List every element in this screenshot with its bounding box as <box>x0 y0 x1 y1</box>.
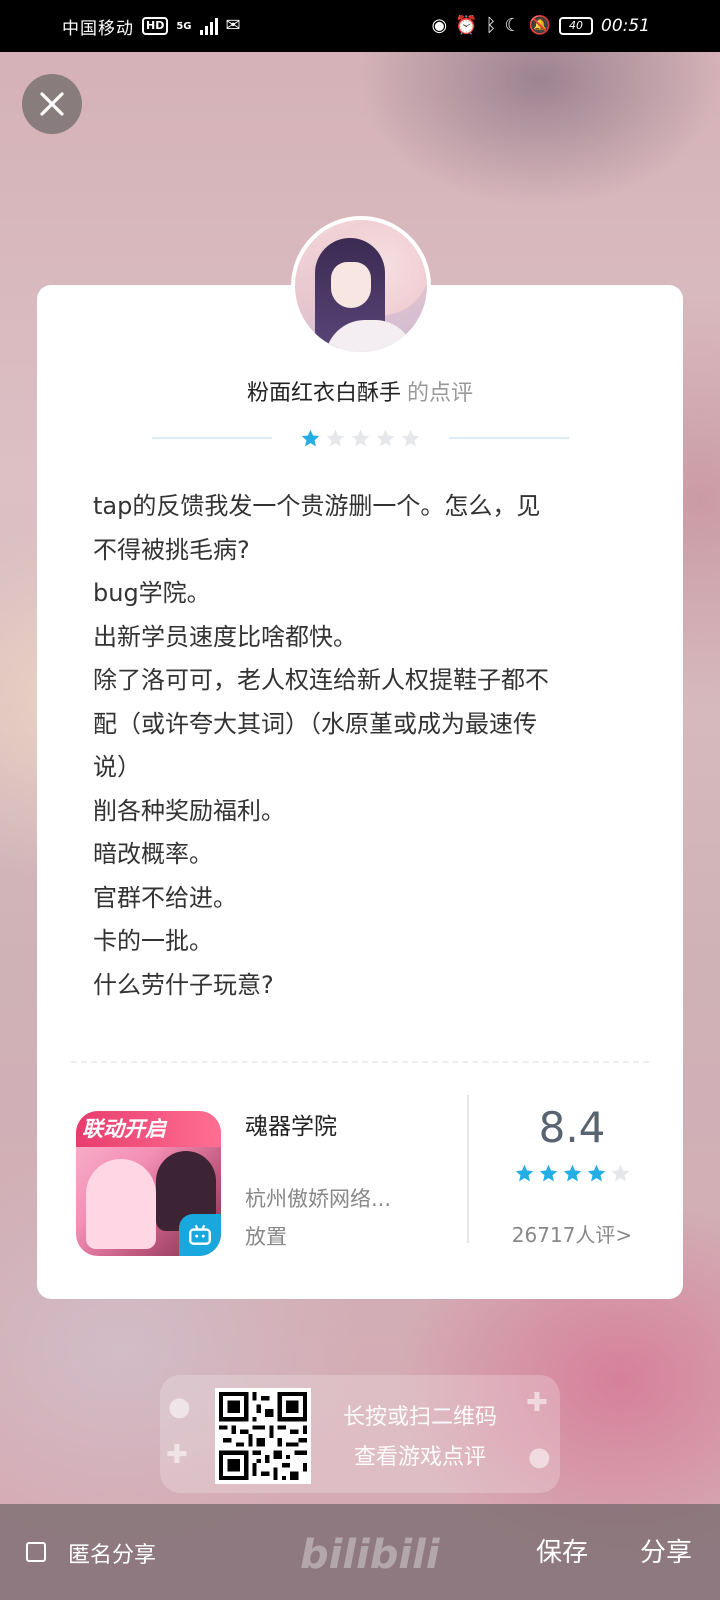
bottom-bar: 匿名分享 bilibili 保存 分享 <box>0 1504 720 1600</box>
star-filled-icon <box>563 1164 581 1182</box>
score-stars <box>477 1163 667 1184</box>
star-filled-icon <box>587 1164 605 1182</box>
moon-icon: ☾ <box>504 15 521 36</box>
game-name[interactable]: 魂器学院 <box>245 1107 337 1141</box>
bluetooth-icon: ᛒ <box>485 15 497 36</box>
review-rating <box>37 423 683 453</box>
avatar-art <box>331 262 371 308</box>
signal-icon <box>199 17 218 35</box>
rating-count-link[interactable]: 26717人评> <box>477 1219 667 1248</box>
mute-icon: 🔕 <box>528 15 551 36</box>
game-score: 8.4 <box>538 1103 606 1152</box>
star-filled-icon <box>301 429 319 446</box>
review-text-line: 卡的一批。 <box>93 927 213 955</box>
share-button[interactable]: 分享 <box>640 1532 692 1569</box>
review-stars <box>300 428 421 449</box>
review-text-line: 什么劳什子玩意? <box>93 970 274 999</box>
game-icon-art <box>86 1159 156 1249</box>
review-text-line: 出新学员速度比啥都快。 <box>93 622 357 651</box>
close-button[interactable] <box>22 74 82 134</box>
reviewer-line: 粉面红衣白酥手 的点评 <box>37 375 683 407</box>
plus-icon: ✚ <box>166 1440 188 1470</box>
gamepad-deco-right: ✚ ● <box>526 1380 556 1490</box>
reviewer-suffix: 的点评 <box>407 381 474 406</box>
bilibili-watermark: bilibili <box>300 1532 440 1578</box>
qr-hint-line1: 长按或扫二维码 <box>342 1405 497 1430</box>
clock: 00:51 <box>601 16 650 36</box>
alarm-icon: ⏰ <box>455 15 478 36</box>
bilibili-tv-icon <box>179 1214 221 1256</box>
eye-icon: ◉ <box>431 15 448 36</box>
network-label: 5G <box>176 20 192 32</box>
qr-code-icon <box>219 1392 307 1480</box>
game-icon[interactable]: 联动开启 <box>76 1111 221 1256</box>
reviewer-name: 粉面红衣白酥手 <box>246 381 401 406</box>
game-developer: 杭州傲娇网络... <box>245 1187 392 1211</box>
hd-badge: HD <box>142 17 169 35</box>
qr-code[interactable] <box>215 1388 311 1484</box>
review-text-line: 暗改概率。 <box>93 840 213 868</box>
carrier-label: 中国移动 <box>62 18 134 39</box>
star-filled-icon <box>515 1164 533 1182</box>
star-filled-icon <box>539 1164 557 1182</box>
review-text-line: tap的反馈我发一个贵游删一个。怎么，见 <box>93 492 541 520</box>
qr-hint-line2: 查看游戏点评 <box>353 1445 486 1470</box>
status-bar-left: 中国移动 HD 5G ✉ <box>62 14 241 39</box>
gamepad-deco-left: ● ✚ <box>166 1380 198 1490</box>
divider-line-right <box>448 437 569 439</box>
dot-icon: ● <box>168 1392 191 1422</box>
review-text: tap的反馈我发一个贵游删一个。怎么，见 不得被挑毛病? bug学院。出新学员速度比… <box>93 485 633 1007</box>
mail-icon: ✉ <box>225 15 241 36</box>
review-text-line: bug学院。 <box>93 579 211 607</box>
review-text-line: 官群不给进。 <box>93 883 237 912</box>
save-button[interactable]: 保存 <box>536 1532 588 1569</box>
qr-hint: 长按或扫二维码 查看游戏点评 <box>330 1398 510 1478</box>
review-card: 粉面红衣白酥手 的点评 tap的反馈我发一个贵游删一个。怎么，见 不得被挑毛病? bu… <box>37 285 683 1299</box>
close-icon <box>40 92 64 116</box>
battery-icon: 40 <box>559 17 593 35</box>
star-empty-icon <box>611 1164 629 1182</box>
game-genre: 放置 <box>245 1225 287 1249</box>
star-empty-icon <box>351 429 369 446</box>
review-text-line: 削各种奖励福利。 <box>93 796 285 825</box>
divider-line-left <box>151 437 272 439</box>
plus-icon: ✚ <box>526 1388 548 1418</box>
anonymous-label[interactable]: 匿名分享 <box>68 1537 156 1569</box>
anonymous-checkbox[interactable] <box>26 1542 46 1562</box>
review-text-line: 除了洛可可，老人权连给新人权提鞋子都不 <box>93 666 549 694</box>
review-text-line: 不得被挑毛病? <box>93 535 250 564</box>
status-bar-right: ◉ ⏰ ᛒ ☾ 🔕 40 00:51 <box>431 16 650 36</box>
star-empty-icon <box>401 429 419 446</box>
vertical-divider <box>467 1095 469 1243</box>
star-empty-icon <box>326 429 344 446</box>
dot-icon: ● <box>528 1442 551 1472</box>
avatar[interactable] <box>291 216 431 356</box>
star-empty-icon <box>376 429 394 446</box>
review-text-line: 配（或许夸大其词）（水原堇或成为最速传 <box>93 709 537 738</box>
game-icon-banner: 联动开启 <box>76 1111 221 1147</box>
dashed-divider <box>71 1061 649 1063</box>
review-text-line: 说） <box>93 753 141 781</box>
status-bar: 中国移动 HD 5G ✉ ◉ ⏰ ᛒ ☾ 🔕 40 00:51 <box>0 0 720 52</box>
